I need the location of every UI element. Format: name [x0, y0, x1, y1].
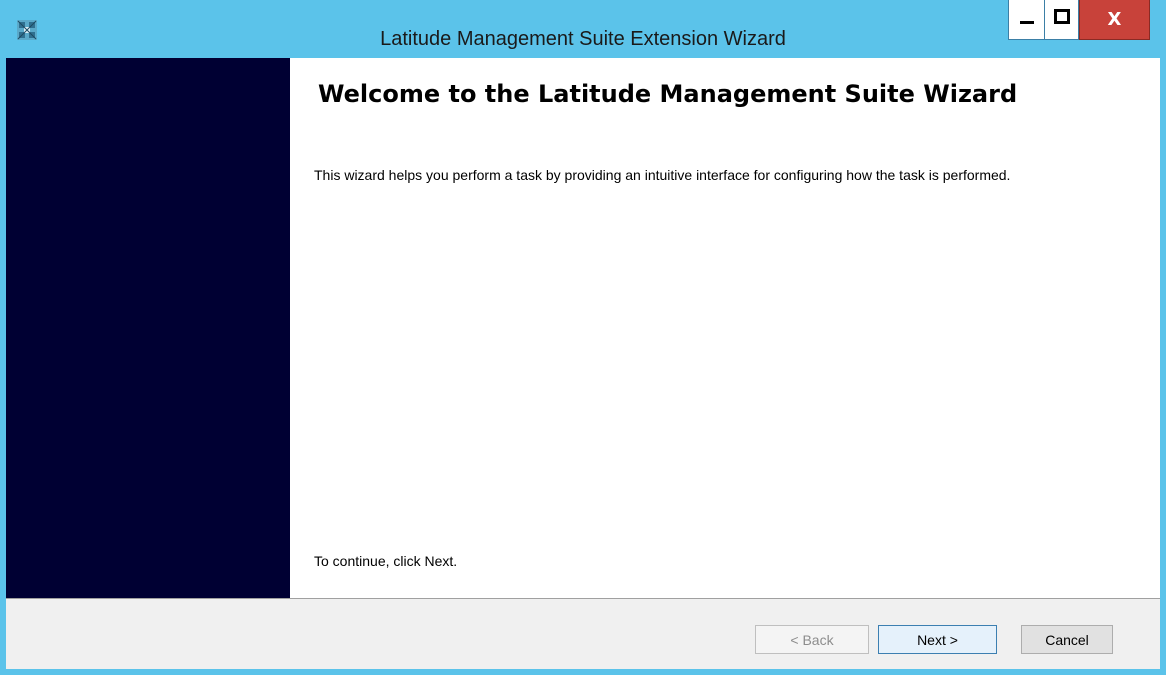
- close-button[interactable]: X: [1079, 0, 1150, 40]
- wizard-app-icon[interactable]: [16, 19, 38, 41]
- back-button[interactable]: < Back: [755, 625, 869, 654]
- wizard-side-banner: [6, 58, 290, 598]
- title-bar[interactable]: Latitude Management Suite Extension Wiza…: [0, 0, 1166, 58]
- continue-instruction: To continue, click Next.: [314, 553, 458, 569]
- minimize-icon: [1018, 8, 1036, 31]
- wizard-body: Welcome to the Latitude Management Suite…: [6, 58, 1160, 598]
- wizard-window: Latitude Management Suite Extension Wiza…: [0, 0, 1166, 675]
- window-title: Latitude Management Suite Extension Wiza…: [380, 28, 786, 50]
- wizard-description: This wizard helps you perform a task by …: [314, 167, 1011, 183]
- close-icon: X: [1107, 9, 1122, 30]
- cancel-button[interactable]: Cancel: [1021, 625, 1113, 654]
- wizard-content: Welcome to the Latitude Management Suite…: [290, 58, 1160, 598]
- minimize-button[interactable]: [1008, 0, 1045, 40]
- next-button[interactable]: Next >: [878, 625, 997, 654]
- page-title: Welcome to the Latitude Management Suite…: [318, 80, 1018, 108]
- wizard-button-bar: < Back Next > Cancel: [6, 598, 1160, 669]
- maximize-icon: [1053, 8, 1071, 31]
- maximize-button[interactable]: [1044, 0, 1079, 40]
